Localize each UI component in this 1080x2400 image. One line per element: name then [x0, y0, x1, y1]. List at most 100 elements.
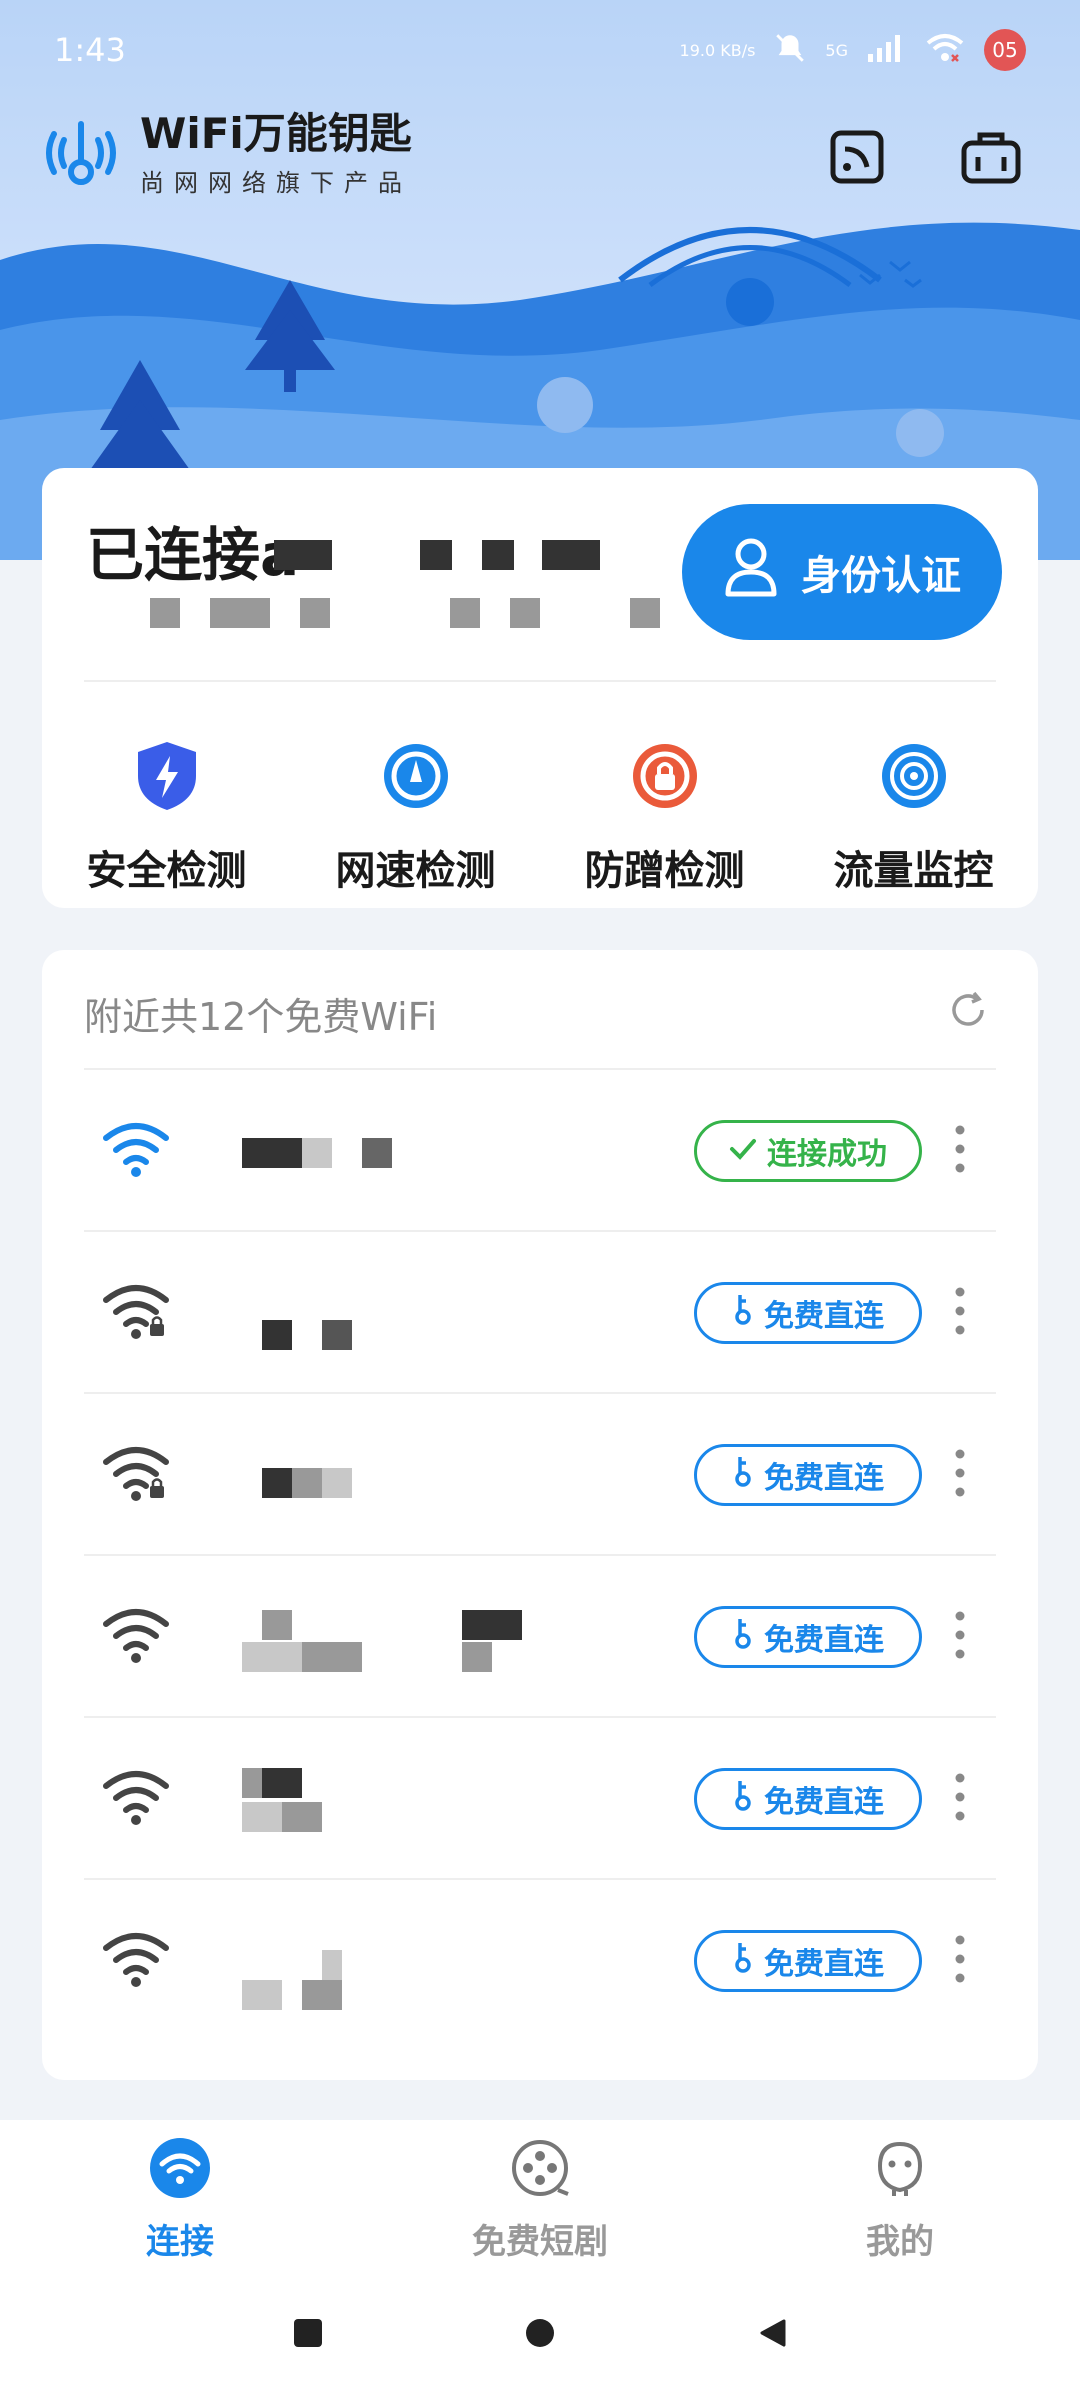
masked-text: [630, 598, 660, 628]
wifi-status-icon: [924, 31, 966, 69]
masked-ssid: [262, 1468, 292, 1498]
back-button[interactable]: [756, 2317, 788, 2353]
masked-text: [542, 540, 600, 570]
toolbox-icon: [960, 127, 1022, 191]
free-connect-button[interactable]: 免费直连: [694, 1444, 922, 1506]
nav-label: 免费短剧: [472, 2222, 608, 2262]
more-options-icon[interactable]: [954, 1934, 966, 1988]
masked-ssid: [322, 1320, 352, 1350]
wifi-signal-icon: [102, 1768, 170, 1830]
bottom-navigation: 连接 免费短剧 我的: [0, 2120, 1080, 2270]
wifi-row[interactable]: 免费直连: [84, 1230, 996, 1392]
masked-ssid: [242, 1802, 282, 1832]
masked-ssid: [462, 1642, 492, 1672]
masked-text: [450, 598, 480, 628]
signal-label: 5G: [825, 40, 848, 60]
brand-subtitle: 尚网网络旗下产品: [140, 168, 412, 197]
status-time: 1:43: [54, 31, 126, 69]
more-options-icon[interactable]: [954, 1286, 966, 1340]
more-options-icon[interactable]: [954, 1124, 966, 1178]
tool-label: 防蹭检测: [584, 848, 745, 894]
masked-ssid: [322, 1468, 352, 1498]
free-connect-button[interactable]: 免费直连: [694, 1768, 922, 1830]
masked-text: [150, 598, 180, 628]
wifi-locked-icon: [102, 1444, 170, 1506]
more-options-icon[interactable]: [954, 1448, 966, 1502]
key-icon: [732, 1293, 754, 1333]
signal-bars-icon: [866, 32, 906, 68]
nav-tab-mine[interactable]: 我的: [720, 2120, 1080, 2270]
masked-ssid: [262, 1320, 292, 1350]
key-icon: [732, 1941, 754, 1981]
wifi-signal-icon: [102, 1120, 170, 1182]
wifi-locked-icon: [102, 1282, 170, 1344]
tool-security-check[interactable]: 安全检测: [42, 720, 291, 894]
more-options-icon[interactable]: [954, 1610, 966, 1664]
home-button[interactable]: [524, 2317, 556, 2353]
masked-ssid: [242, 1642, 302, 1672]
divider: [84, 680, 996, 682]
free-connect-button[interactable]: 免费直连: [694, 1282, 922, 1344]
masked-ssid: [292, 1468, 322, 1498]
tool-freeloader-check[interactable]: 防蹭检测: [540, 720, 789, 894]
system-navigation-bar: [0, 2270, 1080, 2400]
wifi-row[interactable]: 免费直连: [84, 1554, 996, 1716]
masked-text: [274, 540, 332, 570]
more-options-icon[interactable]: [954, 1772, 966, 1826]
nav-tab-short-drama[interactable]: 免费短剧: [360, 2120, 720, 2270]
refresh-button[interactable]: [948, 990, 988, 1034]
masked-ssid: [282, 1802, 322, 1832]
status-bar: 1:43 19.0 KB/s 5G 05: [0, 0, 1080, 100]
wifi-icon: [148, 2136, 212, 2204]
tool-traffic-monitor[interactable]: 流量监控: [789, 720, 1038, 894]
tool-speed-test[interactable]: 网速检测: [291, 720, 540, 894]
refresh-icon: [948, 991, 988, 1034]
wifi-row[interactable]: 连接成功: [84, 1068, 996, 1230]
free-connect-button[interactable]: 免费直连: [694, 1930, 922, 1992]
masked-ssid: [262, 1610, 292, 1640]
masked-ssid: [242, 1768, 262, 1798]
screen-cast-icon: [827, 127, 887, 191]
free-connect-label: 免费直连: [764, 1623, 884, 1658]
tool-label: 流量监控: [833, 848, 994, 894]
film-reel-icon: [508, 2136, 572, 2204]
wifi-signal-icon: [102, 1930, 170, 1992]
nav-tab-connect[interactable]: 连接: [0, 2120, 360, 2270]
free-connect-label: 免费直连: [764, 1299, 884, 1334]
masked-text: [482, 540, 514, 570]
tool-label: 安全检测: [86, 848, 247, 894]
masked-ssid: [242, 1980, 282, 2010]
nav-label: 我的: [866, 2222, 934, 2262]
masked-ssid: [242, 1138, 302, 1168]
connect-status-label: 连接成功: [767, 1137, 887, 1172]
identity-auth-label: 身份认证: [801, 553, 961, 599]
brand-title: WiFi万能钥匙: [140, 108, 412, 158]
masked-ssid: [462, 1610, 522, 1640]
identity-auth-button[interactable]: 身份认证: [682, 504, 1002, 640]
key-icon: [732, 1455, 754, 1495]
masked-ssid: [262, 1768, 302, 1798]
lock-circle-icon: [629, 738, 701, 818]
masked-ssid: [362, 1138, 392, 1168]
screen-cast-button[interactable]: [822, 124, 892, 194]
tool-label: 网速检测: [335, 848, 496, 894]
connect-status-button[interactable]: 连接成功: [694, 1120, 922, 1182]
wifi-row[interactable]: 免费直连: [84, 1392, 996, 1554]
app-brand: WiFi万能钥匙 尚网网络旗下产品: [40, 112, 412, 198]
connection-card: 已连接a 身份认证 安全检测 网速检测 防蹭检测 流量监控: [42, 468, 1038, 908]
wifi-row[interactable]: 免费直连: [84, 1716, 996, 1878]
masked-ssid: [322, 1950, 342, 1980]
free-connect-button[interactable]: 免费直连: [694, 1606, 922, 1668]
speedometer-icon: [380, 738, 452, 818]
shield-bolt-icon: [132, 738, 202, 818]
nearby-wifi-card: 附近共12个免费WiFi 连接成功 免费直连 免费直连 免费直连 免费直连 免费…: [42, 950, 1038, 2080]
key-icon: [732, 1617, 754, 1657]
connected-network-title: 已连接a: [86, 521, 300, 589]
user-icon: [723, 536, 779, 608]
masked-ssid: [302, 1980, 342, 2010]
wifi-row[interactable]: 免费直连: [84, 1878, 996, 2040]
toolbox-button[interactable]: [956, 124, 1026, 194]
recent-apps-button[interactable]: [292, 2317, 324, 2353]
signal-pin-icon: [878, 738, 950, 818]
free-connect-label: 免费直连: [764, 1461, 884, 1496]
